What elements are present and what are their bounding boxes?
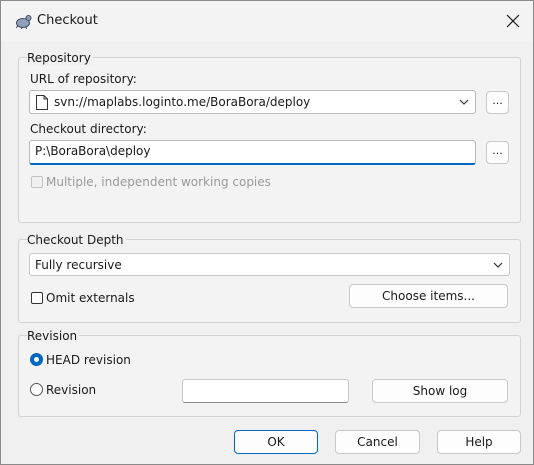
head-revision-label: HEAD revision xyxy=(46,353,131,367)
help-button[interactable]: Help xyxy=(437,430,521,454)
revision-label: Revision xyxy=(46,383,97,397)
depth-selected-value: Fully recursive xyxy=(35,258,122,272)
omit-externals-label: Omit externals xyxy=(46,291,135,305)
repository-group-label: Repository xyxy=(27,51,93,65)
close-button[interactable] xyxy=(493,1,533,41)
revision-radio[interactable] xyxy=(30,383,43,396)
checkout-depth-group-label: Checkout Depth xyxy=(27,233,126,247)
directory-browse-button[interactable]: ... xyxy=(486,141,509,164)
tortoise-svn-icon xyxy=(14,12,32,30)
chevron-down-icon[interactable] xyxy=(459,98,469,106)
depth-select[interactable]: Fully recursive xyxy=(29,253,510,276)
close-icon xyxy=(506,14,520,28)
url-value: svn://maplabs.loginto.me/BoraBora/deploy xyxy=(54,95,311,109)
url-label: URL of repository: xyxy=(30,72,137,86)
title-bar: Checkout xyxy=(1,1,533,41)
checkout-directory-label: Checkout directory: xyxy=(30,122,147,136)
omit-externals-checkbox[interactable] xyxy=(31,292,43,304)
cancel-button[interactable]: Cancel xyxy=(335,430,420,454)
checkout-directory-input[interactable]: P:\BoraBora\deploy xyxy=(29,140,476,165)
choose-items-button[interactable]: Choose items... xyxy=(349,284,508,308)
revision-number-input[interactable] xyxy=(182,379,349,403)
chevron-down-icon[interactable] xyxy=(493,261,503,269)
head-revision-radio[interactable] xyxy=(30,353,43,366)
show-log-button[interactable]: Show log xyxy=(372,379,508,403)
multiple-working-copies-checkbox[interactable] xyxy=(31,176,43,188)
revision-group xyxy=(18,335,521,417)
checkout-dialog: Checkout Repository URL of repository: s… xyxy=(0,0,534,465)
url-combobox[interactable]: svn://maplabs.loginto.me/BoraBora/deploy xyxy=(29,90,476,114)
window-title: Checkout xyxy=(37,13,98,28)
checkout-directory-value: P:\BoraBora\deploy xyxy=(35,144,151,158)
url-browse-button[interactable]: ... xyxy=(486,91,509,114)
multiple-working-copies-label: Multiple, independent working copies xyxy=(46,175,271,189)
file-icon xyxy=(36,95,48,110)
revision-group-label: Revision xyxy=(27,329,80,343)
checkout-depth-group xyxy=(18,239,521,323)
ok-button[interactable]: OK xyxy=(234,430,318,454)
